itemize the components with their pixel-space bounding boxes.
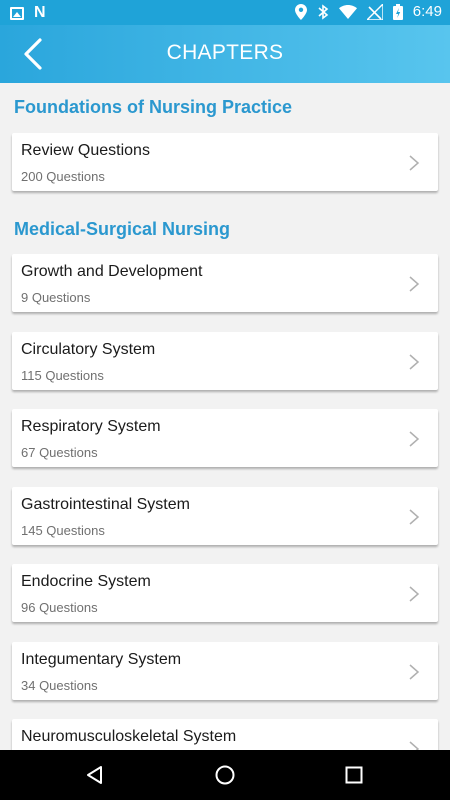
- back-triangle-icon: [87, 766, 102, 784]
- chapter-question-count: 96 Questions: [21, 600, 98, 615]
- chapter-item-respiratory[interactable]: Respiratory System 67 Questions: [12, 409, 438, 467]
- chevron-right-icon: [409, 586, 420, 602]
- nav-recents-button[interactable]: [343, 764, 365, 786]
- system-nav-bar: [0, 750, 450, 800]
- nav-back-button[interactable]: [84, 764, 106, 786]
- chapter-question-count: 145 Questions: [21, 523, 105, 538]
- chapter-title: Growth and Development: [21, 263, 203, 280]
- chapter-title: Gastrointestinal System: [21, 496, 190, 513]
- chapter-item-review-questions[interactable]: Review Questions 200 Questions: [12, 133, 438, 191]
- chapter-title: Circulatory System: [21, 341, 156, 358]
- chapter-item-endocrine[interactable]: Endocrine System 96 Questions: [12, 564, 438, 622]
- chapter-title: Integumentary System: [21, 651, 182, 668]
- n-app-icon: N: [34, 4, 46, 21]
- chapter-question-count: 9 Questions: [21, 290, 91, 305]
- no-signal-icon: [366, 3, 383, 20]
- image-icon: [10, 6, 24, 20]
- chapter-item-integumentary[interactable]: Integumentary System 34 Questions: [12, 642, 438, 700]
- chevron-right-icon: [409, 664, 420, 680]
- chevron-right-icon: [409, 155, 420, 171]
- chapter-question-count: 200 Questions: [21, 169, 105, 184]
- app-bar: CHAPTERS: [0, 25, 450, 83]
- chapter-item-growth-development[interactable]: Growth and Development 9 Questions: [12, 254, 438, 312]
- status-bar: N 6:49: [0, 0, 450, 25]
- chapter-title: Respiratory System: [21, 418, 161, 435]
- chapter-item-gastrointestinal[interactable]: Gastrointestinal System 145 Questions: [12, 487, 438, 545]
- chapter-item-neuromusculoskeletal[interactable]: Neuromusculoskeletal System: [12, 719, 438, 750]
- wifi-icon: [338, 5, 357, 19]
- chapter-item-circulatory[interactable]: Circulatory System 115 Questions: [12, 332, 438, 390]
- location-icon: [294, 3, 307, 20]
- status-time: 6:49: [412, 3, 442, 20]
- chapter-title: Review Questions: [21, 142, 150, 159]
- chapter-question-count: 67 Questions: [21, 445, 98, 460]
- chapter-title: Endocrine System: [21, 573, 151, 590]
- section-title-foundations: Foundations of Nursing Practice: [14, 97, 293, 117]
- page-title: CHAPTERS: [166, 41, 284, 64]
- chapter-question-count: 34 Questions: [21, 678, 98, 693]
- chevron-right-icon: [409, 276, 420, 292]
- chevron-right-icon: [409, 431, 420, 447]
- chevron-right-icon: [409, 509, 420, 525]
- chevron-right-icon: [409, 354, 420, 370]
- chapter-question-count: 115 Questions: [21, 368, 104, 383]
- chapter-title: Neuromusculoskeletal System: [21, 728, 237, 745]
- bluetooth-icon: [318, 3, 329, 20]
- nav-home-button[interactable]: [214, 764, 236, 786]
- chapter-list[interactable]: Foundations of Nursing Practice Review Q…: [0, 83, 450, 750]
- home-circle-icon: [215, 765, 235, 785]
- chevron-right-icon: [409, 741, 420, 750]
- recents-square-icon: [345, 766, 363, 784]
- section-title-medical-surgical: Medical-Surgical Nursing: [14, 219, 231, 239]
- battery-charging-icon: [392, 3, 403, 20]
